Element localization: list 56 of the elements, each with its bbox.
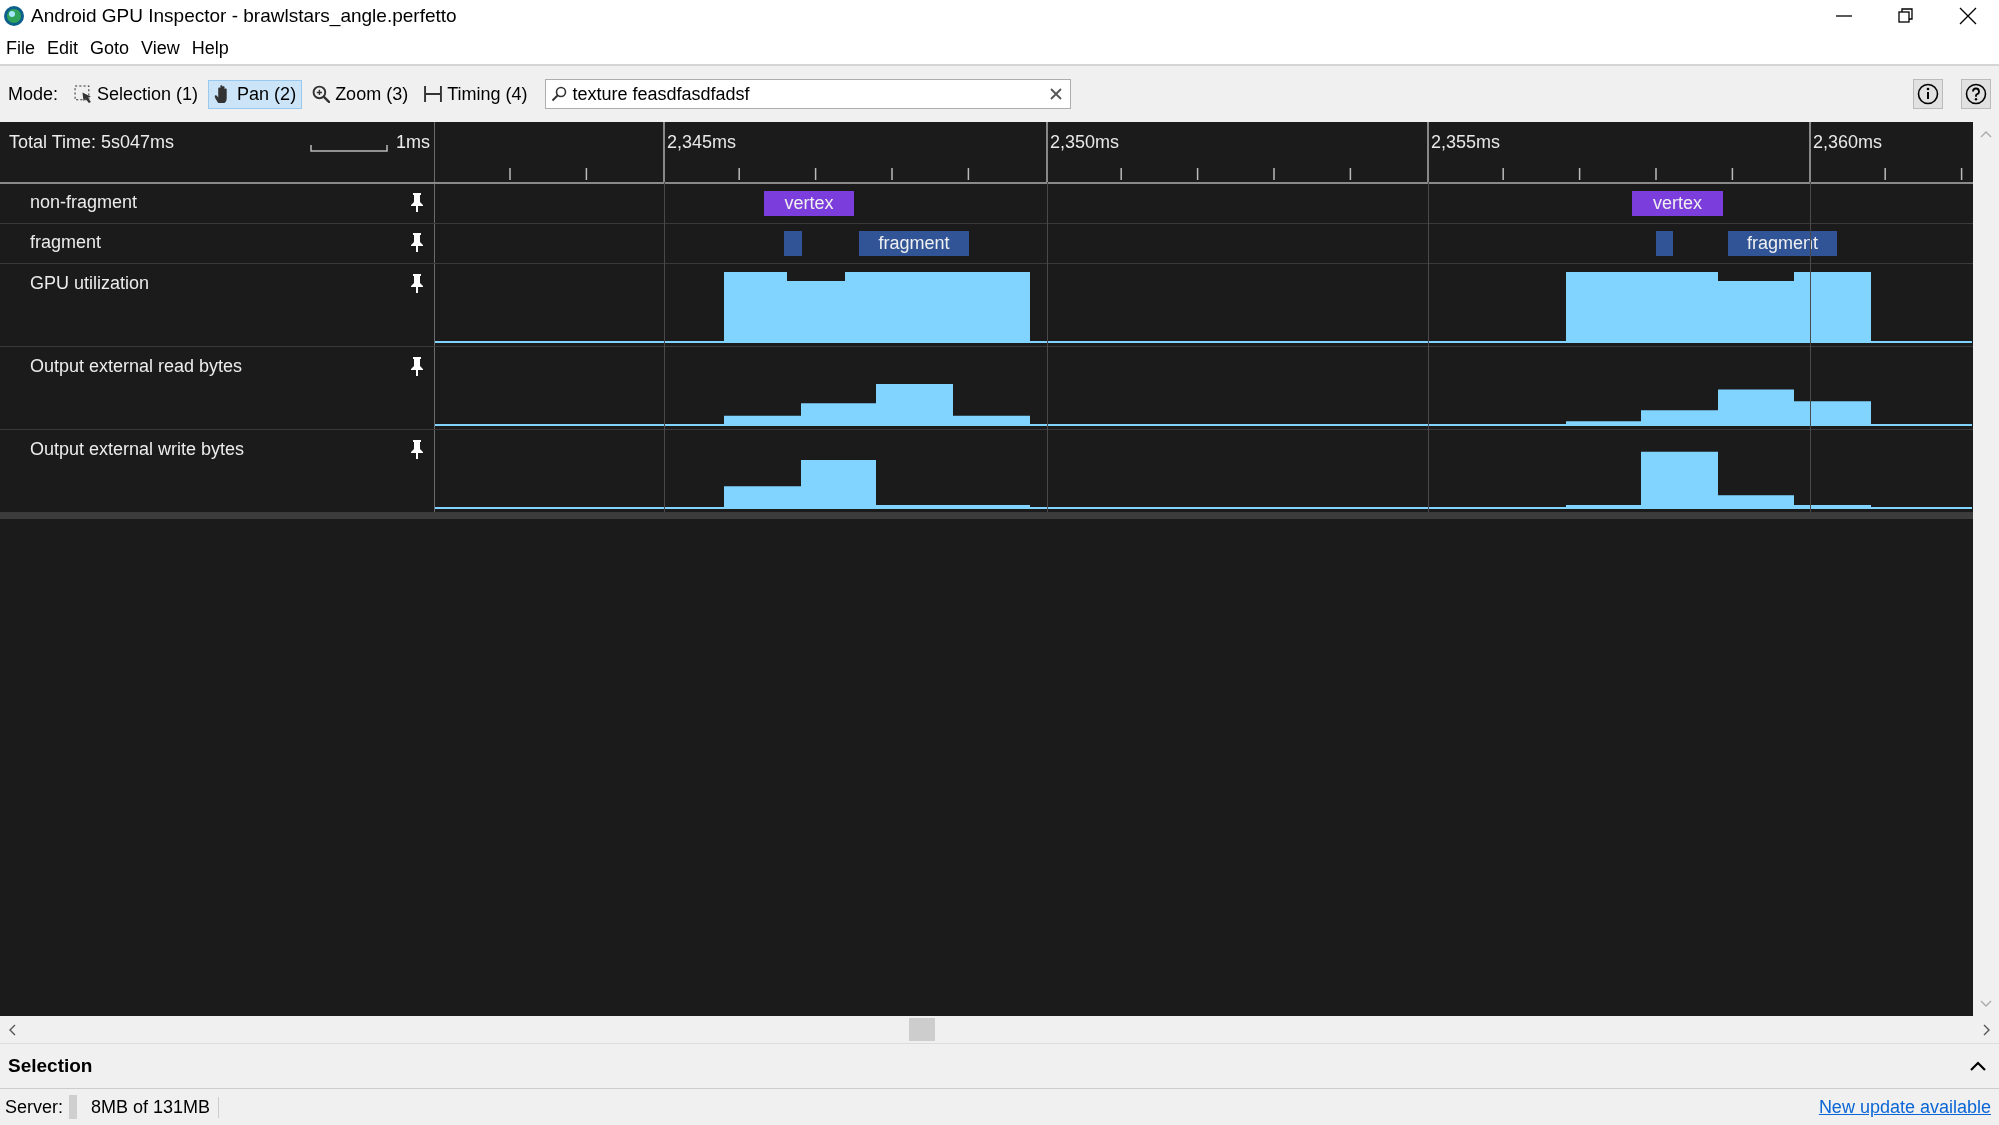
- zoom-icon: [312, 85, 331, 103]
- scroll-left-icon[interactable]: [8, 1023, 16, 1036]
- time-tick-label: 2,350ms: [1050, 132, 1120, 153]
- search-field[interactable]: texture feasdfasdfadsf: [545, 79, 1072, 109]
- close-icon[interactable]: [1959, 7, 1977, 25]
- info-icon: [1917, 83, 1939, 105]
- server-label: Server:: [5, 1096, 64, 1118]
- app-logo-icon: [3, 5, 25, 27]
- mode-button[interactable]: Timing (4): [418, 79, 534, 109]
- time-tick-label: 2,345ms: [667, 132, 737, 153]
- scale-label: 1ms: [396, 132, 430, 153]
- slice-marker[interactable]: [784, 231, 802, 256]
- help-icon: [1965, 83, 1987, 105]
- slice-block[interactable]: fragment: [1728, 231, 1837, 256]
- slice-marker[interactable]: [1656, 231, 1673, 256]
- memory-usage: 8MB of 131MB: [83, 1096, 220, 1118]
- mode-button[interactable]: Selection (1): [68, 79, 205, 109]
- scroll-right-icon[interactable]: [1983, 1023, 1991, 1036]
- track-name: fragment: [30, 232, 102, 253]
- menu-item[interactable]: Help: [185, 37, 235, 59]
- track-name: Output external write bytes: [30, 439, 245, 460]
- clear-icon[interactable]: [1049, 87, 1064, 101]
- scale-bar-icon: [310, 144, 388, 152]
- slice-block[interactable]: vertex: [1632, 191, 1723, 216]
- mode-label: Mode:: [8, 83, 59, 105]
- pin-icon[interactable]: [410, 273, 424, 293]
- mode-button[interactable]: Pan (2): [208, 79, 303, 109]
- menu-item[interactable]: Edit: [41, 37, 85, 59]
- track-name: non-fragment: [30, 192, 138, 213]
- memory-meter: [69, 1095, 78, 1119]
- pin-icon[interactable]: [410, 192, 424, 212]
- track-name: Output external read bytes: [30, 356, 243, 377]
- restore-icon[interactable]: [1897, 7, 1915, 25]
- pin-icon[interactable]: [410, 356, 424, 376]
- search-icon: [551, 86, 568, 102]
- slice-block[interactable]: vertex: [764, 191, 854, 216]
- collapse-caret-icon[interactable]: [1969, 1060, 1987, 1072]
- slice-block[interactable]: fragment: [859, 231, 969, 256]
- help-button[interactable]: [1961, 79, 1991, 109]
- panel-title: Selection: [8, 1055, 93, 1077]
- window-title: Android GPU Inspector - brawlstars_angle.perfetto: [31, 5, 458, 27]
- selection-icon: [74, 85, 93, 103]
- info-button[interactable]: [1913, 79, 1943, 109]
- track-name: GPU utilization: [30, 273, 150, 294]
- timing-icon: [424, 85, 443, 103]
- menu-item[interactable]: File: [0, 37, 41, 59]
- time-tick-label: 2,360ms: [1813, 132, 1883, 153]
- mode-button[interactable]: Zoom (3): [306, 79, 415, 109]
- total-time-label: Total Time: 5s047ms: [9, 132, 175, 153]
- menu-item[interactable]: View: [135, 37, 186, 59]
- pin-icon[interactable]: [410, 232, 424, 252]
- time-tick-label: 2,355ms: [1431, 132, 1501, 153]
- scrollbar-thumb[interactable]: [909, 1018, 935, 1041]
- pin-icon[interactable]: [410, 439, 424, 459]
- update-link[interactable]: New update available: [1818, 1096, 1991, 1118]
- menu-item[interactable]: Goto: [84, 37, 136, 59]
